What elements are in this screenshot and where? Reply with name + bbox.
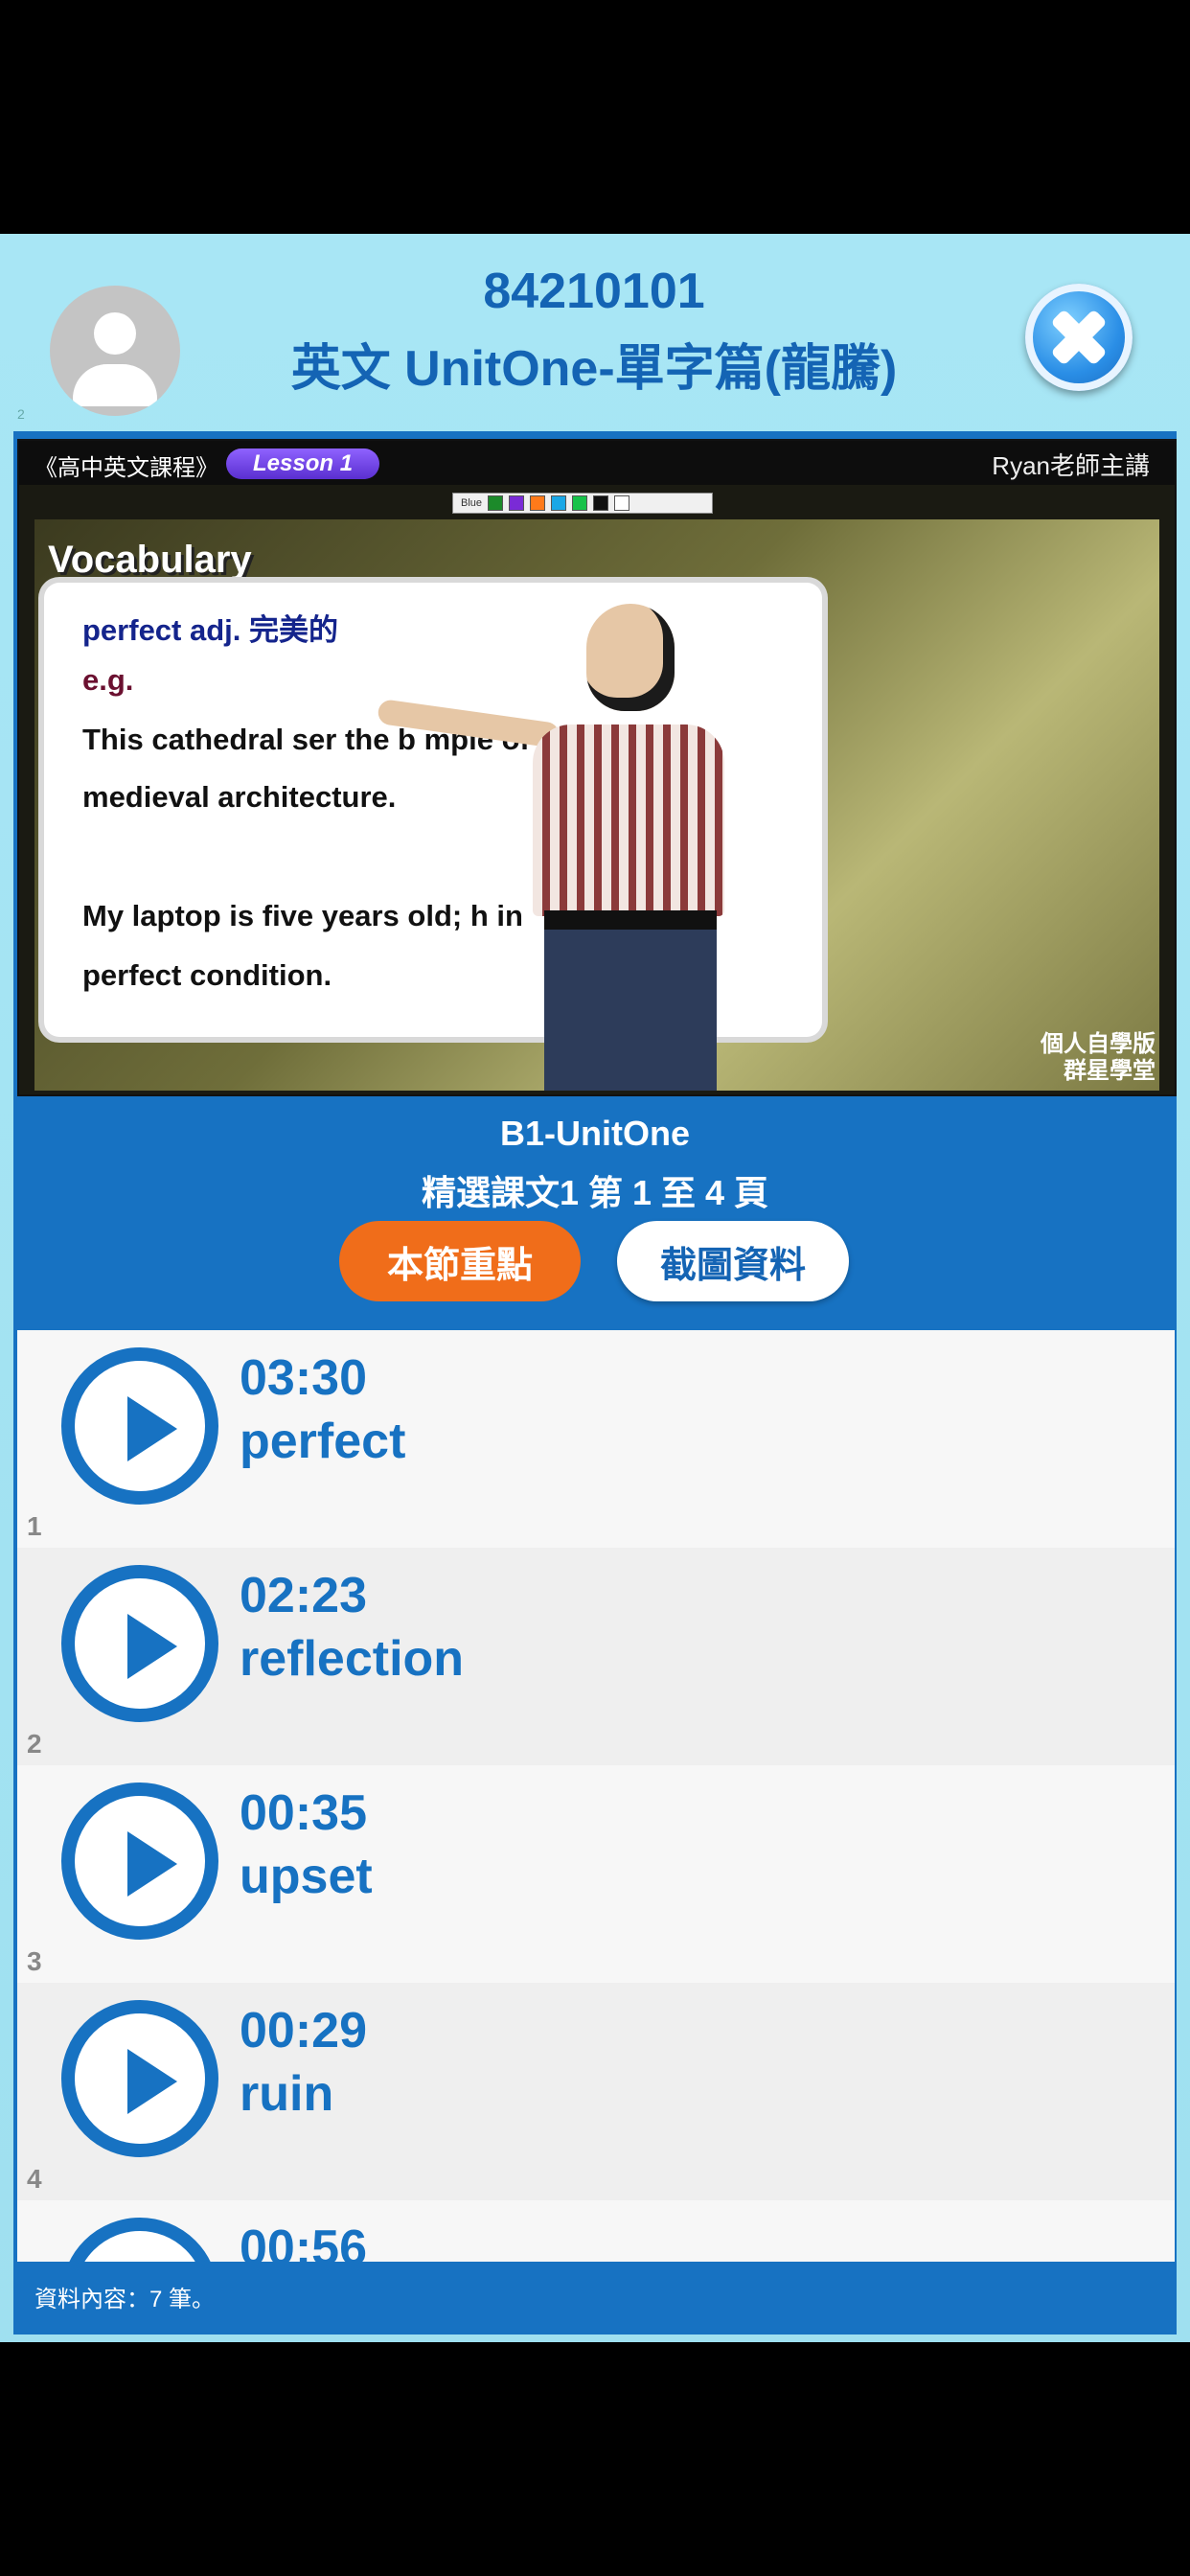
clip-duration: 03:30 [240,1350,367,1406]
keypoints-button[interactable]: 本節重點 [339,1221,581,1301]
clip-duration: 00:35 [240,1785,367,1841]
avatar-head [94,312,136,355]
clip-word: perfect [240,1414,406,1469]
list-item[interactable]: 00:56 5 [17,2200,1175,2264]
slide-line: My laptop is five years old; h in [82,899,523,932]
color-swatch-icon[interactable] [509,495,525,511]
color-swatch-icon[interactable] [530,495,546,511]
teacher-figure [377,604,747,1091]
slide-line: medieval architecture. [82,780,397,814]
play-icon[interactable] [61,2000,218,2157]
teacher-head [586,604,675,711]
video-player[interactable]: 《高中英文課程》 Lesson 1 Ryan老師主講 Blue Vocabula… [17,439,1177,1096]
lesson-code: B1-UnitOne [500,1114,690,1153]
clip-list[interactable]: 03:30 perfect 1 02:23 reflection 2 00:35… [17,1330,1175,2264]
play-icon[interactable] [61,1347,218,1505]
clip-word: ruin [240,2066,334,2122]
close-button[interactable] [1025,284,1133,391]
clip-index: 4 [27,2164,42,2194]
slide-line: e.g. [82,663,134,697]
clip-duration: 02:23 [240,1568,367,1623]
app-screen: 2 84210101 英文 UnitOne-單字篇(龍騰) 《高中英文課程》 L… [0,234,1190,2342]
video-brand: 個人自學版 群星學堂 [1041,1031,1156,1085]
list-item[interactable]: 03:30 perfect 1 [17,1330,1175,1548]
play-icon[interactable] [61,1565,218,1722]
clip-word: reflection [240,1631,465,1687]
avatar-body [73,364,157,406]
screenshots-button[interactable]: 截圖資料 [617,1221,849,1301]
teacher-shirt [533,724,724,916]
avatar-icon[interactable] [50,286,180,416]
video-drawing-toolbar[interactable]: Blue [452,493,713,514]
list-item[interactable]: 00:29 ruin 4 [17,1983,1175,2200]
course-title: 英文 UnitOne-單字篇(龍騰) [290,341,898,397]
video-lesson-label: Lesson 1 [226,448,380,479]
clip-index: 2 [27,1729,42,1759]
brand-line1: 個人自學版 [1041,1031,1156,1057]
clip-index: 3 [27,1946,42,1976]
color-swatch-icon[interactable] [488,495,504,511]
slide-line: perfect adj. 完美的 [82,613,338,647]
color-swatch-icon[interactable] [614,495,630,511]
corner-mark: 2 [17,406,25,422]
clip-index: 1 [27,1511,42,1541]
list-item[interactable]: 00:35 upset 3 [17,1765,1175,1983]
course-id: 84210101 [483,264,705,319]
teacher-pants [544,918,717,1091]
clip-duration: 00:29 [240,2003,367,2058]
clip-word: upset [240,1849,373,1904]
color-swatch-icon[interactable] [593,495,609,511]
video-course-name: 《高中英文課程》 [34,455,218,481]
list-item[interactable]: 02:23 reflection 2 [17,1548,1175,1765]
toolbar-color-label: Blue [461,497,483,509]
lesson-panel: 《高中英文課程》 Lesson 1 Ryan老師主講 Blue Vocabula… [13,431,1177,2334]
play-icon[interactable] [61,1782,218,1940]
lesson-pages: 精選課文1 第 1 至 4 頁 [421,1173,769,1212]
color-swatch-icon[interactable] [572,495,588,511]
play-icon[interactable] [61,2218,218,2264]
slide-line: perfect condition. [82,958,332,992]
color-swatch-icon[interactable] [551,495,567,511]
record-count: 資料內容：7 筆。 [34,2286,216,2312]
list-footer: 資料內容：7 筆。 [17,2262,1175,2331]
brand-line2: 群星學堂 [1064,1058,1156,1084]
clip-duration: 00:56 [240,2220,367,2264]
video-teacher-label: Ryan老師主講 [992,451,1150,480]
slide-title: Vocabulary [48,539,252,581]
teacher-belt [544,910,717,930]
